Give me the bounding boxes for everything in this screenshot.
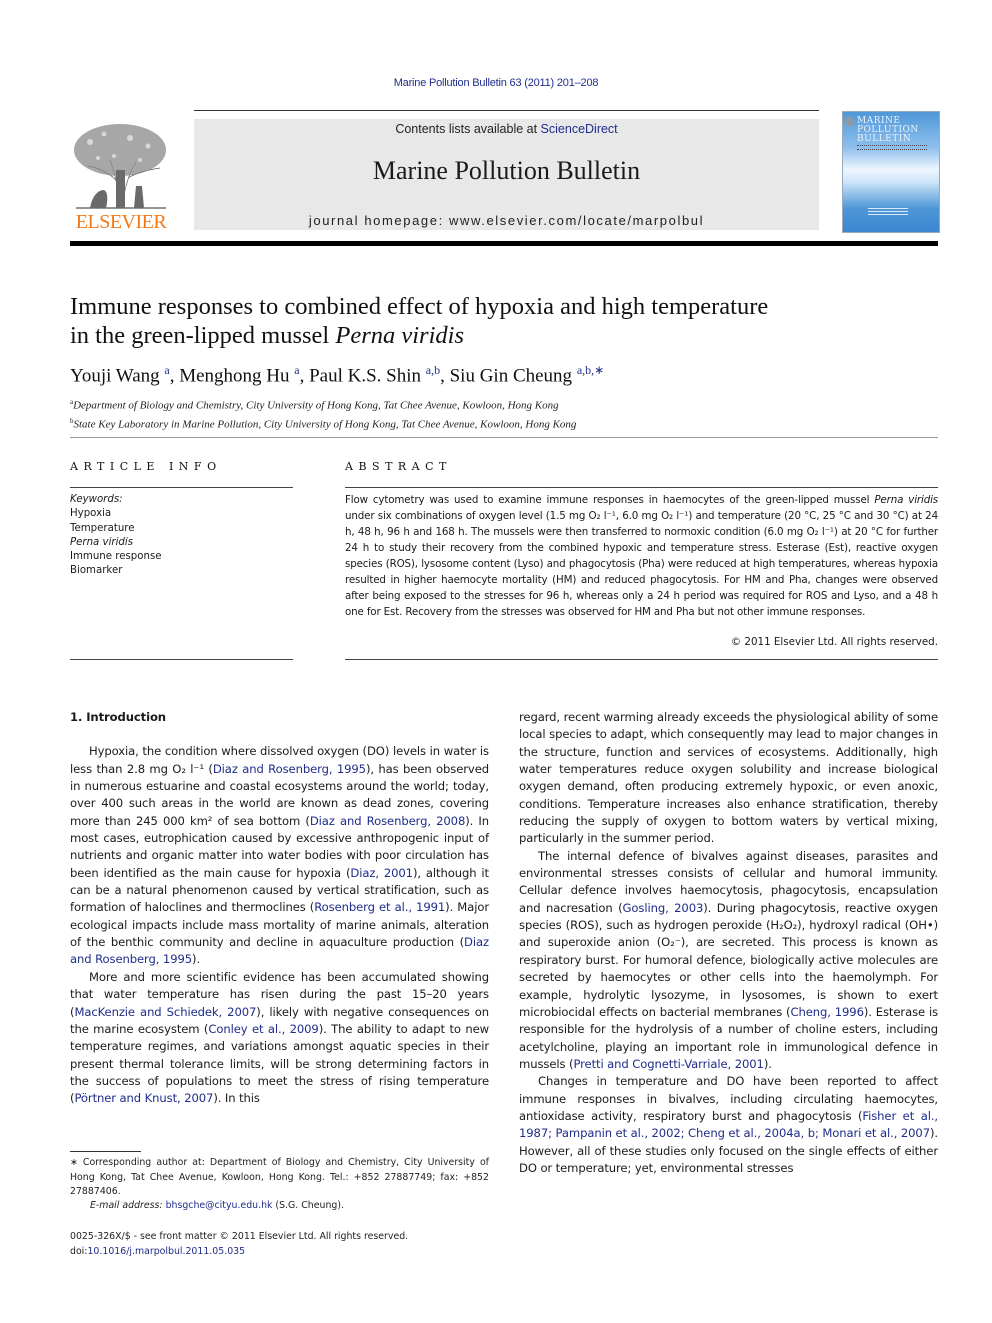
citation-link[interactable]: Diaz and Rosenberg, 2008	[310, 814, 465, 828]
contents-line: Contents lists available at ScienceDirec…	[194, 122, 819, 136]
author-affiliation-mark[interactable]: a,b,∗	[577, 363, 604, 377]
doi-prefix: doi:	[70, 1245, 88, 1257]
abstract-part: Flow cytometry was used to examine immun…	[345, 494, 875, 506]
author-separator: ,	[169, 365, 180, 387]
doi-link[interactable]: 10.1016/j.marpolbul.2011.05.035	[87, 1246, 245, 1257]
email-suffix: (S.G. Cheung).	[272, 1200, 344, 1211]
affiliations: aDepartment of Biology and Chemistry, Ci…	[70, 395, 576, 432]
affiliation-item: aDepartment of Biology and Chemistry, Ci…	[70, 395, 576, 414]
author-name[interactable]: Paul K.S. Shin	[309, 365, 421, 386]
citation-link[interactable]: Diaz and Rosenberg, 1995	[213, 762, 366, 776]
article-info-rule-bottom	[70, 659, 293, 660]
footnote-rule	[70, 1151, 141, 1152]
cover-water-reflection	[868, 208, 908, 216]
issn-doi-block: 0025-326X/$ - see front matter © 2011 El…	[70, 1230, 408, 1259]
citation-link[interactable]: Cheng, 1996	[790, 1005, 863, 1019]
citation-link[interactable]: Gosling, 2003	[623, 901, 704, 915]
article-info-rule	[70, 487, 293, 488]
paragraphs: Hypoxia, the condition where dissolved o…	[70, 743, 489, 1107]
cover-subtitle	[857, 145, 927, 150]
abstract-part: under six combinations of oxygen level (…	[345, 510, 938, 618]
issn-line: 0025-326X/$ - see front matter © 2011 El…	[70, 1231, 409, 1242]
author-name[interactable]: Siu Gin Cheung	[450, 365, 572, 386]
abstract-text: Flow cytometry was used to examine immun…	[345, 492, 938, 620]
section-heading-introduction: 1. Introduction	[70, 710, 166, 724]
title-line-2-prefix: in the green-lipped mussel	[70, 322, 336, 349]
keywords-label: Keywords:	[70, 494, 123, 505]
contents-prefix: Contents lists available at	[395, 122, 541, 136]
elsevier-wordmark[interactable]: ELSEVIER	[70, 211, 172, 234]
masthead-banner: Contents lists available at ScienceDirec…	[194, 119, 819, 230]
keyword-item: Perna viridis	[70, 536, 134, 548]
author-separator: ,	[299, 365, 310, 387]
body-text: ). During phagocytosis, reactive oxygen …	[519, 900, 938, 1019]
author-separator: ,	[440, 365, 450, 387]
keyword-item: Temperature	[70, 522, 135, 534]
body-text: ).	[192, 952, 201, 967]
affiliation-text: State Key Laboratory in Marine Pollution…	[73, 418, 577, 431]
title-line-2: in the green-lipped mussel Perna viridis	[70, 321, 930, 350]
journal-name: Marine Pollution Bulletin	[372, 156, 641, 185]
abstract-species-name: Perna viridis	[874, 494, 939, 506]
body-paragraph: Hypoxia, the condition where dissolved o…	[70, 743, 489, 968]
body-text: ).	[763, 1056, 772, 1071]
author-list: Youji Wang a, Menghong Hu a, Paul K.S. S…	[70, 363, 604, 387]
body-column-left: 1. Introduction Hypoxia, the condition w…	[70, 709, 489, 1108]
citation-link[interactable]: Rosenberg et al., 1991	[314, 900, 445, 914]
abstract-rule-bottom	[345, 659, 938, 660]
affiliation-text: Department of Biology and Chemistry, Cit…	[73, 399, 559, 412]
body-text: ). In this	[213, 1091, 260, 1106]
title-line-1: Immune responses to combined effect of h…	[70, 293, 769, 320]
keyword-item: Hypoxia	[70, 508, 112, 520]
title-divider	[70, 437, 938, 438]
author-affiliation-mark[interactable]: a,b	[426, 363, 440, 377]
masthead-rule	[194, 110, 819, 111]
body-text: regard, recent warming already exceeds t…	[519, 710, 938, 846]
body-column-right: regard, recent warming already exceeds t…	[519, 709, 938, 1177]
article-title: Immune responses to combined effect of h…	[70, 292, 930, 350]
body-paragraph: Changes in temperature and DO have been …	[519, 1073, 938, 1177]
title-species-name: Perna viridis	[335, 322, 464, 349]
journal-homepage-link[interactable]: journal homepage: www.elsevier.com/locat…	[194, 213, 819, 228]
email-label: E-mail address:	[90, 1200, 166, 1211]
body-paragraph: regard, recent warming already exceeds t…	[519, 709, 938, 848]
cover-title: MARINE POLLUTION BULLETIN	[857, 117, 919, 144]
running-head[interactable]: Marine Pollution Bulletin 63 (2011) 201–…	[0, 77, 992, 89]
abstract-copyright: © 2011 Elsevier Ltd. All rights reserved…	[730, 636, 938, 648]
citation-link[interactable]: Diaz, 2001	[350, 866, 413, 880]
email-footnote: E-mail address: bhsgche@cityu.edu.hk (S.…	[90, 1200, 344, 1211]
author-name[interactable]: Youji Wang	[70, 365, 160, 386]
keyword-item: Biomarker	[70, 565, 123, 577]
cover-title-line: BULLETIN	[857, 134, 912, 144]
paragraphs: regard, recent warming already exceeds t…	[519, 709, 938, 1177]
email-link[interactable]: bhsgche@cityu.edu.hk	[166, 1200, 273, 1211]
cover-emblem-icon	[846, 117, 854, 126]
journal-cover-image[interactable]: MARINE POLLUTION BULLETIN	[842, 111, 940, 233]
article-info-heading: ARTICLE INFO	[70, 460, 222, 473]
keywords-list: Keywords: Hypoxia Temperature Perna viri…	[70, 493, 162, 579]
doi-line: doi:10.1016/j.marpolbul.2011.05.035	[70, 1245, 408, 1260]
abstract-rule	[345, 487, 938, 488]
keyword-item: Immune response	[70, 551, 162, 563]
citation-link[interactable]: Pretti and Cognetti-Varriale, 2001	[573, 1057, 764, 1071]
citation-link[interactable]: Pörtner and Knust, 2007	[74, 1091, 213, 1105]
citation-link[interactable]: MacKenzie and Schiedek, 2007	[74, 1005, 256, 1019]
corresponding-author-footnote: ∗ Corresponding author at: Department of…	[70, 1157, 489, 1197]
abstract-heading: ABSTRACT	[345, 460, 452, 473]
author-name[interactable]: Menghong Hu	[179, 365, 289, 386]
body-paragraph: More and more scientific evidence has be…	[70, 969, 489, 1108]
affiliation-item: bState Key Laboratory in Marine Pollutio…	[70, 414, 576, 433]
sciencedirect-link[interactable]: ScienceDirect	[541, 122, 618, 136]
body-paragraph: The internal defence of bivalves against…	[519, 848, 938, 1073]
masthead-thick-rule	[70, 241, 938, 246]
citation-link[interactable]: Conley et al., 2009	[208, 1022, 318, 1036]
